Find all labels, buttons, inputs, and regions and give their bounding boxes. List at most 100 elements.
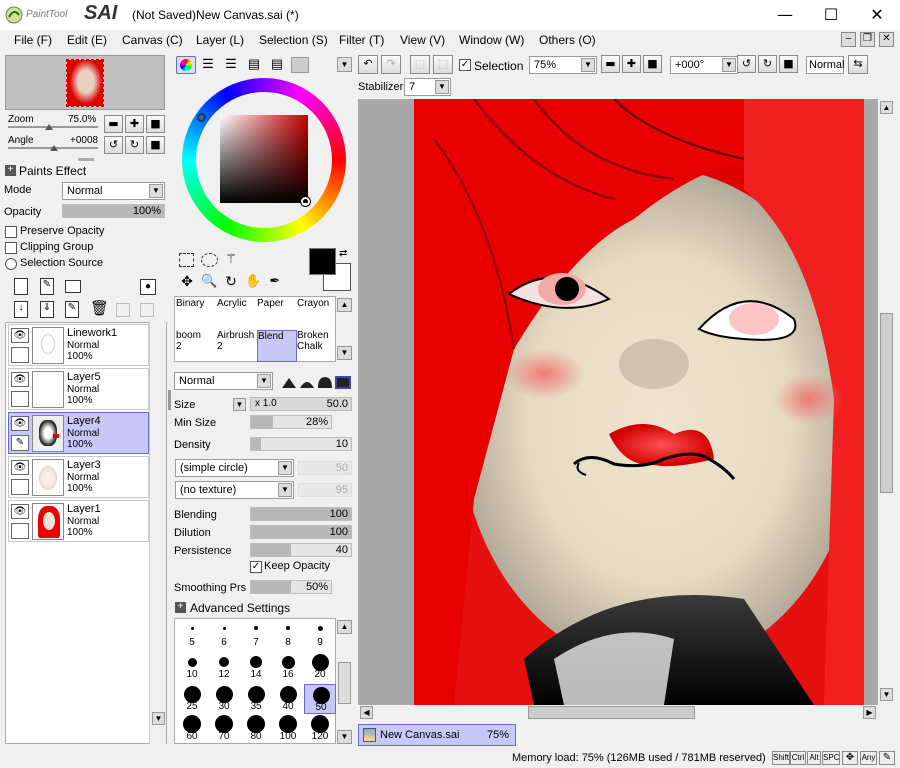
angle-slider-thumb[interactable] — [50, 145, 58, 151]
magic-wand-icon[interactable]: ⚚ — [223, 251, 239, 267]
brush-size-60[interactable]: 60 — [176, 714, 208, 744]
rgb-slider-tab[interactable]: ☰ — [199, 57, 217, 73]
lock-checkbox[interactable] — [11, 347, 29, 363]
tool-broken-chalk[interactable]: Broken Chalk — [297, 330, 337, 362]
tool-paper[interactable]: Paper — [257, 298, 297, 330]
merge-down-icon[interactable]: ⇓ — [40, 301, 54, 318]
canvas-viewport[interactable] — [358, 99, 878, 705]
select-rect-icon[interactable] — [179, 253, 194, 267]
canvas-artwork[interactable] — [414, 99, 864, 705]
brush-size-12[interactable]: 12 — [208, 652, 240, 682]
maximize-button[interactable]: ☐ — [808, 0, 854, 30]
tool-grid-scrollbar[interactable]: ▲ ▼ — [337, 298, 352, 362]
scratchpad-tab[interactable]: ▤ — [268, 57, 286, 73]
eye-icon[interactable]: 👁 — [11, 416, 29, 431]
lock-checkbox[interactable] — [11, 391, 29, 407]
zoom-reset-icon[interactable]: ■ — [643, 55, 662, 73]
brush-size-50[interactable]: 50 — [304, 684, 336, 714]
zoom-slider-thumb[interactable] — [45, 124, 53, 130]
layer-row-linework1[interactable]: 👁 Linework1 Normal 100% — [8, 324, 149, 366]
layer-row-layer3[interactable]: 👁 Layer3 Normal 100% — [8, 456, 149, 498]
expand-icon[interactable]: + — [5, 165, 16, 176]
panel-splitter[interactable] — [168, 390, 171, 410]
layer-mask-icon[interactable]: ● — [140, 279, 156, 295]
menu-file[interactable]: File (F) — [14, 33, 52, 47]
stabilizer-select[interactable]: 7 ▼ — [404, 78, 451, 96]
size-range-dropdown-icon[interactable]: ▼ — [233, 398, 246, 411]
brush-texture-select[interactable]: (no texture) ▼ — [175, 481, 294, 499]
zoom-tool-icon[interactable]: 🔍 — [201, 273, 217, 289]
rotate-tool-icon[interactable]: ↻ — [223, 273, 239, 289]
menu-view[interactable]: View (V) — [400, 33, 445, 47]
brush-size-14[interactable]: 14 — [240, 652, 272, 682]
toolbar-menu-icon[interactable]: ▼ — [337, 57, 352, 72]
brush-shape-select[interactable]: (simple circle) ▼ — [175, 459, 294, 477]
clipping-group-checkbox[interactable] — [5, 242, 17, 254]
eyedropper-icon[interactable]: ✒ — [267, 273, 283, 289]
navigator-preview[interactable] — [5, 55, 165, 110]
brush-size-6[interactable]: 6 — [208, 620, 240, 650]
mdi-close-icon[interactable]: ✕ — [879, 32, 894, 47]
brush-size-7[interactable]: 7 — [240, 620, 272, 650]
primary-color-swatch[interactable] — [309, 248, 336, 275]
lock-checkbox[interactable] — [11, 479, 29, 495]
tool-binary[interactable]: Binary — [176, 298, 216, 330]
new-linework-layer-icon[interactable]: ✎ — [40, 278, 54, 295]
hand-tool-icon[interactable]: ✋ — [245, 273, 261, 289]
brush-size-120[interactable]: 120 — [304, 714, 336, 744]
expand-icon[interactable]: + — [175, 602, 186, 613]
rotate-right-icon[interactable]: ↻ — [125, 136, 144, 154]
eye-icon[interactable]: 👁 — [11, 328, 29, 343]
view-mode-select[interactable]: Normal — [806, 56, 844, 74]
minimize-button[interactable]: — — [762, 0, 808, 30]
menu-canvas[interactable]: Canvas (C) — [122, 33, 183, 47]
redo-icon[interactable]: ↷ — [381, 55, 401, 74]
preserve-opacity-checkbox[interactable] — [5, 226, 17, 238]
layer-row-layer4[interactable]: 👁 ✎ Layer4 Normal 100% — [8, 412, 149, 454]
flip-canvas-icon[interactable]: ⇆ — [848, 55, 868, 74]
new-folder-icon[interactable] — [65, 280, 81, 293]
tool-boom[interactable]: boom 2 — [176, 330, 216, 362]
brush-texture-strength[interactable]: 95 — [298, 483, 352, 497]
blending-slider[interactable]: 100 — [250, 507, 352, 521]
zoom-in-icon[interactable]: ✚ — [622, 55, 641, 73]
angle-select[interactable]: +000° ▼ — [670, 56, 738, 74]
eye-icon[interactable]: 👁 — [11, 504, 29, 519]
brush-size-40[interactable]: 40 — [272, 684, 304, 714]
menu-edit[interactable]: Edit (E) — [67, 33, 107, 47]
lock-layer-icon[interactable] — [140, 303, 154, 317]
clear-layer-icon[interactable]: ✎ — [65, 301, 79, 318]
saturation-value-square[interactable] — [220, 115, 308, 203]
swap-colors-icon[interactable]: ⇄ — [339, 248, 351, 260]
tool-crayon[interactable]: Crayon — [297, 298, 337, 330]
menu-selection[interactable]: Selection (S) — [259, 33, 328, 47]
rotate-reset-icon[interactable]: ■ — [779, 55, 798, 73]
brush-size-30[interactable]: 30 — [208, 684, 240, 714]
hue-ring-cursor[interactable] — [197, 113, 206, 122]
menu-others[interactable]: Others (O) — [539, 33, 596, 47]
size-slider[interactable]: x 1.0 50.0 — [250, 397, 352, 411]
zoom-select[interactable]: 75% ▼ — [529, 56, 597, 74]
invert-selection-icon[interactable]: ⬚ — [433, 55, 453, 74]
size-grid-scrollbar[interactable]: ▲ ▼ — [337, 620, 352, 744]
copy-layer-icon[interactable]: ↓ — [14, 301, 28, 318]
menu-filter[interactable]: Filter (T) — [339, 33, 384, 47]
sv-cursor[interactable] — [300, 196, 311, 207]
zoom-out-icon[interactable]: ▬ — [104, 115, 123, 133]
eye-icon[interactable]: 👁 — [11, 372, 29, 387]
eye-icon[interactable]: 👁 — [11, 460, 29, 475]
paints-effect-label[interactable]: Paints Effect — [19, 164, 86, 178]
rotate-right-icon[interactable]: ↻ — [758, 55, 777, 73]
brush-size-16[interactable]: 16 — [272, 652, 304, 682]
layer-row-layer1[interactable]: 👁 Layer1 Normal 100% — [8, 500, 149, 542]
brush-size-25[interactable]: 25 — [176, 684, 208, 714]
layer-list-scrollbar[interactable]: ▼ — [149, 322, 166, 744]
zoom-in-icon[interactable]: ✚ — [125, 115, 144, 133]
canvas-vertical-scrollbar[interactable]: ▲ ▼ — [878, 99, 895, 705]
rotate-reset-icon[interactable]: ■ — [146, 136, 165, 154]
persistence-slider[interactable]: 40 — [250, 543, 352, 557]
brush-size-10[interactable]: 10 — [176, 652, 208, 682]
brush-size-35[interactable]: 35 — [240, 684, 272, 714]
brush-size-5[interactable]: 5 — [176, 620, 208, 650]
selection-checkbox[interactable]: ✓ — [459, 59, 471, 71]
